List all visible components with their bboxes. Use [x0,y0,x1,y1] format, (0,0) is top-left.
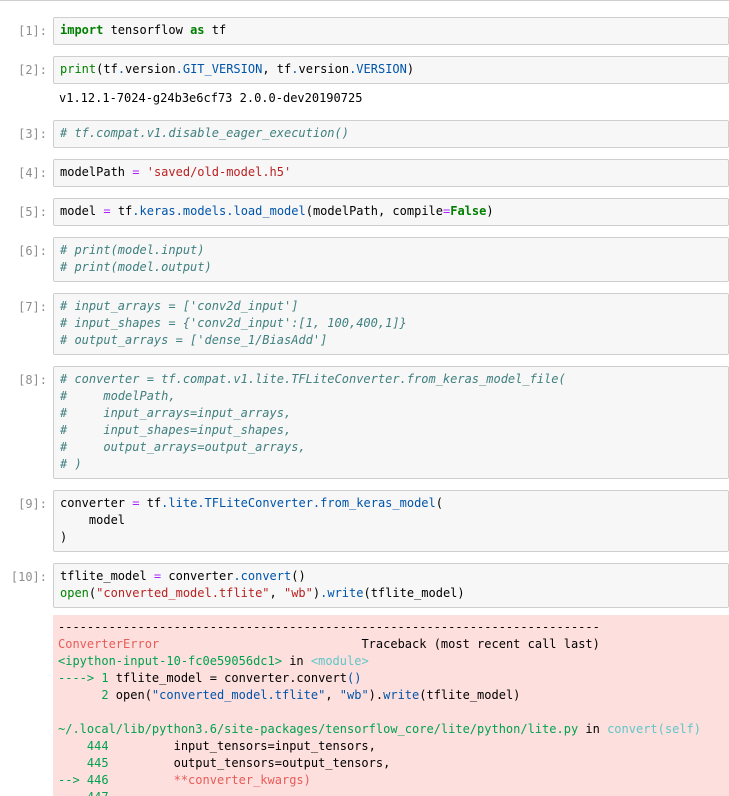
line-number: 444 [58,739,116,753]
cell-prompt: [6]: [18,244,47,258]
code-editor[interactable]: # tf.compat.v1.disable_eager_execution() [53,120,729,148]
code-editor[interactable]: model = tf.keras.models.load_model(model… [53,198,729,226]
code-line: # output_arrays = ['dense_1/BiasAdd'] [60,333,328,347]
code-editor[interactable]: import tensorflow as tf [53,17,729,45]
cell-prompt: [4]: [18,166,47,180]
traceback-line: 445 output_tensors=output_tensors, [58,755,729,772]
code-line: # output_arrays=output_arrays, [60,440,306,454]
in-word: in [281,654,311,668]
code-line: converter = tf.lite.TFLiteConverter.from… [60,496,443,510]
code-line: # print(model.output) [60,260,212,274]
code-line: ) [60,530,68,544]
cell-prompt: [3]: [18,127,47,141]
code-line: tflite_model = converter.convert() [60,569,306,583]
error-output: ----------------------------------------… [53,615,729,796]
error-header: ConverterError Traceback (most recent ca… [58,636,729,653]
line-number: 2 [58,688,116,702]
traceback-line: 2 open("converted_model.tflite", "wb").w… [58,688,521,702]
code-text: input_tensors=input_tensors, [115,739,376,753]
cell-prompt: [2]: [18,63,47,77]
code-line: open("converted_model.tflite", "wb").wri… [60,586,465,600]
cell-prompt: [8]: [18,373,47,387]
code-editor[interactable]: # input_arrays = ['conv2d_input'] # inpu… [53,293,729,355]
code-line: print(tf.version.GIT_VERSION, tf.version… [60,62,415,76]
traceback-line: ----> 1 tflite_model = converter.convert… [58,671,362,685]
traceback-label: Traceback (most recent call last) [361,637,600,651]
line-number: 445 [58,756,116,770]
code-line: # input_arrays=input_arrays, [60,406,292,420]
code-line: # input_shapes=input_shapes, [60,423,292,437]
code-line: # converter = tf.compat.v1.lite.TFLiteCo… [60,372,566,386]
code-text: **converter_kwargs) [115,773,311,787]
module-ref: <module> [310,654,369,668]
code-line: # tf.compat.v1.disable_eager_execution() [60,126,349,140]
cell-prompt: [10]: [10,570,47,584]
cell-output: v1.12.1-7024-g24b3e6cf73 2.0.0-dev201907… [59,91,363,105]
traceback-line: --> 446 **converter_kwargs) [58,772,729,789]
line-arrow: ----> 1 [58,671,116,685]
traceback-location: <ipython-input-10-fc0e59056dc1> in <modu… [58,653,729,670]
code-line: modelPath = 'saved/old-model.h5' [60,165,292,179]
cell-prompt: [1]: [18,24,47,38]
cell-prompt: [9]: [18,497,47,511]
code-editor[interactable]: print(tf.version.GIT_VERSION, tf.version… [53,56,729,84]
traceback-location: ~/.local/lib/python3.6/site-packages/ten… [58,722,701,736]
code-line: import tensorflow as tf [60,23,227,37]
error-separator: ----------------------------------------… [58,620,600,634]
traceback-line: 444 input_tensors=input_tensors, [58,738,729,755]
function-ref: convert(self) [607,722,701,736]
code-editor[interactable]: modelPath = 'saved/old-model.h5' [53,159,729,187]
code-editor[interactable]: # converter = tf.compat.v1.lite.TFLiteCo… [53,366,729,479]
code-line: # ) [60,457,82,471]
code-editor[interactable]: converter = tf.lite.TFLiteConverter.from… [53,490,729,552]
code-editor[interactable]: tflite_model = converter.convert() open(… [53,563,729,608]
cell-prompt: [7]: [18,300,47,314]
code-line: model [60,513,126,527]
code-line: # print(model.input) [60,243,205,257]
line-arrow: --> 446 [58,773,116,787]
input-ref: <ipython-input-10-fc0e59056dc1> [58,654,282,668]
code-line: # input_arrays = ['conv2d_input'] [60,299,299,313]
code-line: # input_shapes = {'conv2d_input':[1, 100… [60,316,407,330]
code-line: model = tf.keras.models.load_model(model… [60,204,494,218]
code-editor[interactable]: # print(model.input) # print(model.outpu… [53,237,729,282]
code-text: output_tensors=output_tensors, [115,756,391,770]
cell-prompt: [5]: [18,205,47,219]
error-name: ConverterError [58,637,160,651]
code-line: # modelPath, [60,389,176,403]
line-number: 447 [58,790,109,796]
file-path: ~/.local/lib/python3.6/site-packages/ten… [58,722,579,736]
